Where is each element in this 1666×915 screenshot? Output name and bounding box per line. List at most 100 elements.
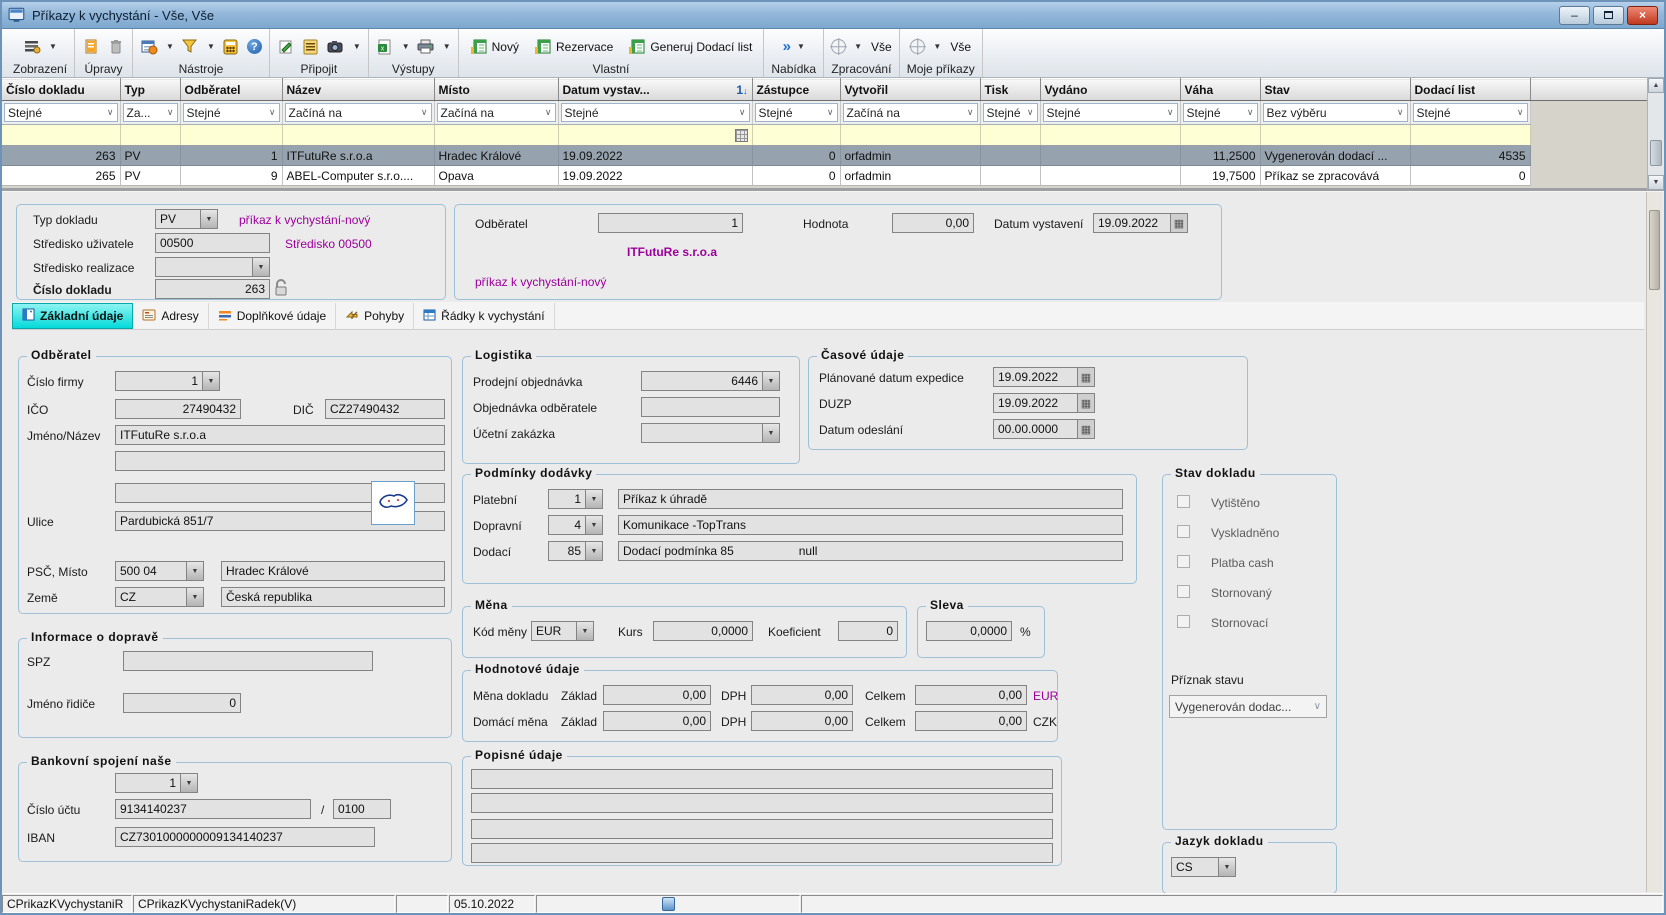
hodnota-field[interactable]: 0,00	[892, 213, 974, 233]
maximize-button[interactable]	[1593, 6, 1624, 25]
scrollbar-down-arrow[interactable]: ▼	[1648, 175, 1664, 190]
edit-icon[interactable]	[82, 38, 100, 56]
dodaci-spinner[interactable]: ▼	[586, 541, 603, 561]
cislo-uctu-field[interactable]: 9134140237	[115, 799, 311, 819]
odeslani-calendar-icon[interactable]: ▦	[1078, 419, 1095, 439]
detail-scrollbar[interactable]	[1646, 192, 1662, 892]
platba-cash-checkbox[interactable]	[1177, 555, 1190, 568]
koeficient-field[interactable]: 0	[838, 621, 898, 641]
datum-odeslani-field[interactable]: 00.00.0000	[993, 419, 1078, 439]
dodaci-field[interactable]: 85	[548, 541, 586, 561]
column-header[interactable]: Vytvořil	[840, 79, 980, 101]
r2-dph-field[interactable]: 0,00	[751, 711, 853, 731]
jmeno-nazev-field[interactable]: ITFutuRe s.r.o.a	[115, 425, 445, 445]
filter-value-cell[interactable]	[1180, 125, 1260, 146]
processing-dropdown-arrow[interactable]: ▼	[854, 42, 862, 51]
filter-value-cell[interactable]	[120, 125, 180, 146]
column-header[interactable]: Stav	[1260, 79, 1410, 101]
stornovany-checkbox[interactable]	[1177, 585, 1190, 598]
column-header[interactable]: Tisk	[980, 79, 1040, 101]
datum-vystaveni-field[interactable]: 19.09.2022	[1093, 213, 1171, 233]
spz-field[interactable]	[123, 651, 373, 671]
table-tools-icon[interactable]	[140, 38, 158, 56]
filter-value-cell[interactable]	[2, 125, 120, 146]
my-orders-dropdown-arrow[interactable]: ▼	[933, 42, 941, 51]
reservation-button[interactable]: Rezervace	[530, 36, 617, 58]
kod-banky-field[interactable]: 0100	[333, 799, 391, 819]
print-icon[interactable]	[417, 38, 435, 56]
banka-poradi-field[interactable]: 1	[115, 773, 181, 793]
grid-row[interactable]: 265 PV 9 ABEL-Computer s.r.o.... Opava 1…	[2, 166, 1647, 186]
minimize-button[interactable]: –	[1559, 6, 1590, 25]
column-header[interactable]: Odběratel	[180, 79, 282, 101]
datum-vystaveni-calendar-icon[interactable]: ▦	[1171, 213, 1188, 233]
r2-celkem-field[interactable]: 0,00	[915, 711, 1027, 731]
filter-value-cell[interactable]	[1040, 125, 1180, 146]
tab-pohyby[interactable]: Pohyby	[336, 303, 414, 329]
popis-field-2[interactable]	[471, 793, 1053, 813]
my-orders-filter-value[interactable]: Vše	[950, 40, 971, 54]
stredisko-uzivatele-field[interactable]: 00500	[155, 233, 270, 253]
dopravni-spinner[interactable]: ▼	[586, 515, 603, 535]
filter-dropdown[interactable]: Stejné	[183, 103, 280, 122]
typ-dokladu-field[interactable]: PV	[155, 209, 201, 229]
filter-value-cell[interactable]	[752, 125, 840, 146]
filter-dropdown[interactable]: Stejné	[983, 103, 1038, 122]
stornovaci-checkbox[interactable]	[1177, 615, 1190, 628]
popis-field-1[interactable]	[471, 769, 1053, 789]
r1-zaklad-field[interactable]: 0,00	[603, 685, 711, 705]
odberatel-field[interactable]: 1	[598, 213, 743, 233]
filter-dropdown[interactable]: Stejné	[1043, 103, 1178, 122]
scrollbar-thumb[interactable]	[1650, 140, 1662, 166]
filter-dropdown-arrow[interactable]: ▼	[207, 42, 215, 51]
prodejni-objednavka-spinner[interactable]: ▼	[763, 371, 780, 391]
column-header[interactable]: Místo	[434, 79, 558, 101]
tab-adresy[interactable]: Adresy	[133, 303, 208, 329]
jazyk-dokladu-field[interactable]: CS	[1171, 857, 1219, 877]
jazyk-dokladu-spinner[interactable]: ▼	[1219, 857, 1236, 877]
excel-export-icon[interactable]: x	[376, 38, 394, 56]
jmeno-nazev-field-2[interactable]	[115, 451, 445, 471]
view-dropdown-arrow[interactable]: ▼	[49, 42, 57, 51]
column-header[interactable]: Název	[282, 79, 434, 101]
platebni-field[interactable]: 1	[548, 489, 586, 509]
filter-value-cell[interactable]	[1260, 125, 1410, 146]
duzp-field[interactable]: 19.09.2022	[993, 393, 1078, 413]
filter-value-cell[interactable]	[558, 125, 752, 146]
kurs-field[interactable]: 0,0000	[653, 621, 753, 641]
iban-field[interactable]: CZ7301000000009134140237	[115, 827, 375, 847]
tab-radky-k-vychystani[interactable]: Řádky k vychystání	[414, 303, 554, 329]
processing-filter-value[interactable]: Vše	[871, 40, 892, 54]
excel-dropdown-arrow[interactable]: ▼	[402, 42, 410, 51]
stredisko-realizace-field[interactable]	[155, 257, 253, 277]
attach-note-icon[interactable]	[277, 38, 295, 56]
psc-spinner[interactable]: ▼	[187, 561, 204, 581]
filter-value-cell[interactable]	[840, 125, 980, 146]
filter-date-picker-icon[interactable]	[735, 129, 748, 142]
sleva-field[interactable]: 0,0000	[926, 621, 1012, 641]
cislo-dokladu-field[interactable]: 263	[155, 279, 270, 299]
detail-scrollbar-thumb[interactable]	[1649, 210, 1660, 290]
jmeno-ridice-field[interactable]: 0	[123, 693, 241, 713]
attach-list-icon[interactable]	[302, 38, 320, 56]
filter-dropdown[interactable]: Stejné	[4, 103, 118, 122]
banka-poradi-spinner[interactable]: ▼	[181, 773, 198, 793]
tab-zakladni-udaje[interactable]: Základní údaje	[12, 303, 133, 329]
cislo-firmy-spinner[interactable]: ▼	[203, 371, 220, 391]
r2-zaklad-field[interactable]: 0,00	[603, 711, 711, 731]
filter-value-cell[interactable]	[434, 125, 558, 146]
popis-field-3[interactable]	[471, 819, 1053, 839]
column-header[interactable]: Dodací list	[1410, 79, 1530, 101]
column-header[interactable]: Typ	[120, 79, 180, 101]
typ-dokladu-spinner[interactable]: ▼	[201, 209, 218, 229]
popis-field-4[interactable]	[471, 843, 1053, 863]
new-button[interactable]: Nový	[466, 36, 523, 58]
filter-value-cell[interactable]	[1410, 125, 1530, 146]
vyskladneno-checkbox[interactable]	[1177, 525, 1190, 538]
tab-doplnkove-udaje[interactable]: Doplňkové údaje	[209, 303, 336, 329]
column-header-sorted[interactable]: 1↓Datum vystav...	[558, 79, 752, 101]
duzp-calendar-icon[interactable]: ▦	[1078, 393, 1095, 413]
generate-delivery-note-button[interactable]: Generuj Dodací list	[624, 36, 756, 58]
filter-dropdown[interactable]: Stejné	[755, 103, 838, 122]
column-header[interactable]: Číslo dokladu	[2, 79, 120, 101]
